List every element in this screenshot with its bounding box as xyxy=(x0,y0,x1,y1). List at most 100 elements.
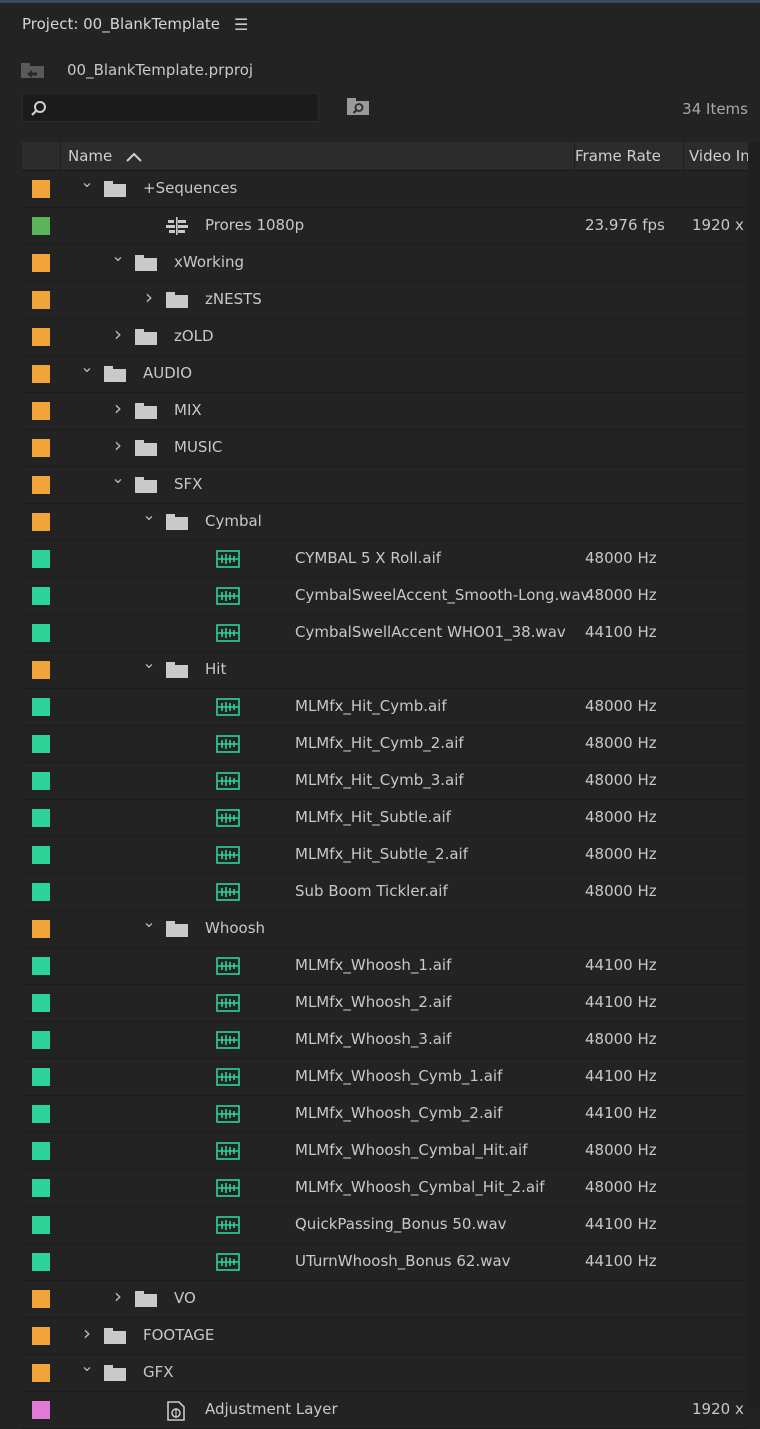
item-row[interactable]: CymbalSwellAccent WHO01_38.wav 44100 Hz xyxy=(22,615,748,652)
item-row[interactable]: MLMfx_Hit_Subtle.aif 48000 Hz xyxy=(22,800,748,837)
label-color-swatch[interactable] xyxy=(32,883,50,901)
label-color-swatch[interactable] xyxy=(32,1290,50,1308)
chevron-right-icon[interactable]: › xyxy=(142,287,156,307)
label-color-swatch[interactable] xyxy=(32,1179,50,1197)
bin-row[interactable]: ⌄ Cymbal xyxy=(22,504,748,541)
label-color-swatch[interactable] xyxy=(32,846,50,864)
hamburger-icon[interactable]: ☰ xyxy=(234,15,248,34)
bin-row[interactable]: › zNESTS xyxy=(22,282,748,319)
item-row[interactable]: CYMBAL 5 X Roll.aif 48000 Hz xyxy=(22,541,748,578)
label-color-swatch[interactable] xyxy=(32,1031,50,1049)
label-color-swatch[interactable] xyxy=(32,1068,50,1086)
panel-title[interactable]: Project: 00_BlankTemplate xyxy=(22,15,220,33)
label-color-swatch[interactable] xyxy=(32,1105,50,1123)
label-color-swatch[interactable] xyxy=(32,772,50,790)
item-row[interactable]: Prores 1080p 23.976 fps 1920 x 1080 xyxy=(22,208,748,245)
chevron-down-icon[interactable]: ⌄ xyxy=(80,1357,94,1375)
item-row[interactable]: MLMfx_Hit_Cymb_3.aif 48000 Hz xyxy=(22,763,748,800)
label-color-swatch[interactable] xyxy=(32,402,50,420)
item-row[interactable]: MLMfx_Whoosh_2.aif 44100 Hz xyxy=(22,985,748,1022)
audio-clip-icon xyxy=(216,772,240,790)
bin-up-icon[interactable] xyxy=(20,62,45,79)
column-header-frame-rate[interactable]: Frame Rate xyxy=(575,147,661,165)
label-color-swatch[interactable] xyxy=(32,365,50,383)
item-row[interactable]: CymbalSweelAccent_Smooth-Long.wav 48000 H… xyxy=(22,578,748,615)
label-color-swatch[interactable] xyxy=(32,439,50,457)
bin-row[interactable]: ⌄ xWorking xyxy=(22,245,748,282)
chevron-down-icon[interactable]: ⌄ xyxy=(142,913,156,931)
chevron-down-icon[interactable]: ⌄ xyxy=(111,247,125,265)
item-name: xWorking xyxy=(174,253,245,271)
label-color-swatch[interactable] xyxy=(32,920,50,938)
label-color-swatch[interactable] xyxy=(32,291,50,309)
bin-row[interactable]: › VO xyxy=(22,1281,748,1318)
chevron-down-icon[interactable]: ⌄ xyxy=(80,173,94,191)
bin-row[interactable]: › MUSIC xyxy=(22,430,748,467)
item-row[interactable]: MLMfx_Hit_Cymb.aif 48000 Hz xyxy=(22,689,748,726)
label-color-swatch[interactable] xyxy=(32,735,50,753)
item-row[interactable]: MLMfx_Whoosh_3.aif 48000 Hz xyxy=(22,1022,748,1059)
item-row[interactable]: UTurnWhoosh_Bonus 62.wav 44100 Hz xyxy=(22,1244,748,1281)
item-row[interactable]: MLMfx_Hit_Subtle_2.aif 48000 Hz xyxy=(22,837,748,874)
frame-rate-cell: 48000 Hz xyxy=(585,882,657,900)
bin-row[interactable]: ⌄ SFX xyxy=(22,467,748,504)
bin-row[interactable]: ⌄ +Sequences xyxy=(22,171,748,208)
label-color-swatch[interactable] xyxy=(32,1216,50,1234)
chevron-down-icon[interactable]: ⌄ xyxy=(111,469,125,487)
chevron-right-icon[interactable]: › xyxy=(80,1323,94,1343)
label-color-swatch[interactable] xyxy=(32,254,50,272)
column-header-name[interactable]: Name xyxy=(68,147,143,165)
panel-right-edge xyxy=(748,142,760,1408)
search-field[interactable] xyxy=(22,93,319,122)
label-color-swatch[interactable] xyxy=(32,809,50,827)
item-row[interactable]: MLMfx_Whoosh_Cymbal_Hit.aif 48000 Hz xyxy=(22,1133,748,1170)
label-color-swatch[interactable] xyxy=(32,624,50,642)
item-row[interactable]: Sub Boom Tickler.aif 48000 Hz xyxy=(22,874,748,911)
item-row[interactable]: MLMfx_Hit_Cymb_2.aif 48000 Hz xyxy=(22,726,748,763)
bin-row[interactable]: › FOOTAGE xyxy=(22,1318,748,1355)
item-row[interactable]: MLMfx_Whoosh_Cymb_2.aif 44100 Hz xyxy=(22,1096,748,1133)
bin-row[interactable]: ⌄ GFX xyxy=(22,1355,748,1392)
item-name: MIX xyxy=(174,401,202,419)
bin-row[interactable]: ⌄ AUDIO xyxy=(22,356,748,393)
chevron-down-icon[interactable]: ⌄ xyxy=(142,506,156,524)
bin-row[interactable]: › zOLD xyxy=(22,319,748,356)
column-divider[interactable] xyxy=(60,142,61,170)
chevron-right-icon[interactable]: › xyxy=(111,435,125,455)
label-color-swatch[interactable] xyxy=(32,180,50,198)
item-name: MLMfx_Hit_Cymb_2.aif xyxy=(295,734,464,752)
chevron-down-icon[interactable]: ⌄ xyxy=(80,358,94,376)
label-color-swatch[interactable] xyxy=(32,1401,50,1419)
bin-row[interactable]: ⌄ Whoosh xyxy=(22,911,748,948)
bin-row[interactable]: › MIX xyxy=(22,393,748,430)
frame-rate-cell: 48000 Hz xyxy=(585,1141,657,1159)
label-color-swatch[interactable] xyxy=(32,957,50,975)
label-color-swatch[interactable] xyxy=(32,550,50,568)
item-row[interactable]: Adjustment Layer 1920 x 1080 xyxy=(22,1392,748,1429)
label-color-swatch[interactable] xyxy=(32,1327,50,1345)
chevron-right-icon[interactable]: › xyxy=(111,398,125,418)
label-color-swatch[interactable] xyxy=(32,661,50,679)
label-color-swatch[interactable] xyxy=(32,1364,50,1382)
label-color-swatch[interactable] xyxy=(32,994,50,1012)
label-color-swatch[interactable] xyxy=(32,1142,50,1160)
find-icon[interactable] xyxy=(346,98,370,116)
bin-row[interactable]: ⌄ Hit xyxy=(22,652,748,689)
label-color-swatch[interactable] xyxy=(32,1253,50,1271)
label-color-swatch[interactable] xyxy=(32,587,50,605)
item-row[interactable]: MLMfx_Whoosh_Cymbal_Hit_2.aif 48000 Hz xyxy=(22,1170,748,1207)
column-divider[interactable] xyxy=(683,142,684,170)
chevron-down-icon[interactable]: ⌄ xyxy=(142,654,156,672)
column-header-video-info[interactable]: Video In xyxy=(689,147,749,165)
label-color-swatch[interactable] xyxy=(32,698,50,716)
item-row[interactable]: MLMfx_Whoosh_Cymb_1.aif 44100 Hz xyxy=(22,1059,748,1096)
label-color-swatch[interactable] xyxy=(32,217,50,235)
item-row[interactable]: QuickPassing_Bonus 50.wav 44100 Hz xyxy=(22,1207,748,1244)
chevron-right-icon[interactable]: › xyxy=(111,1286,125,1306)
item-row[interactable]: MLMfx_Whoosh_1.aif 44100 Hz xyxy=(22,948,748,985)
folder-icon xyxy=(135,477,157,493)
label-color-swatch[interactable] xyxy=(32,513,50,531)
chevron-right-icon[interactable]: › xyxy=(111,324,125,344)
label-color-swatch[interactable] xyxy=(32,328,50,346)
label-color-swatch[interactable] xyxy=(32,476,50,494)
